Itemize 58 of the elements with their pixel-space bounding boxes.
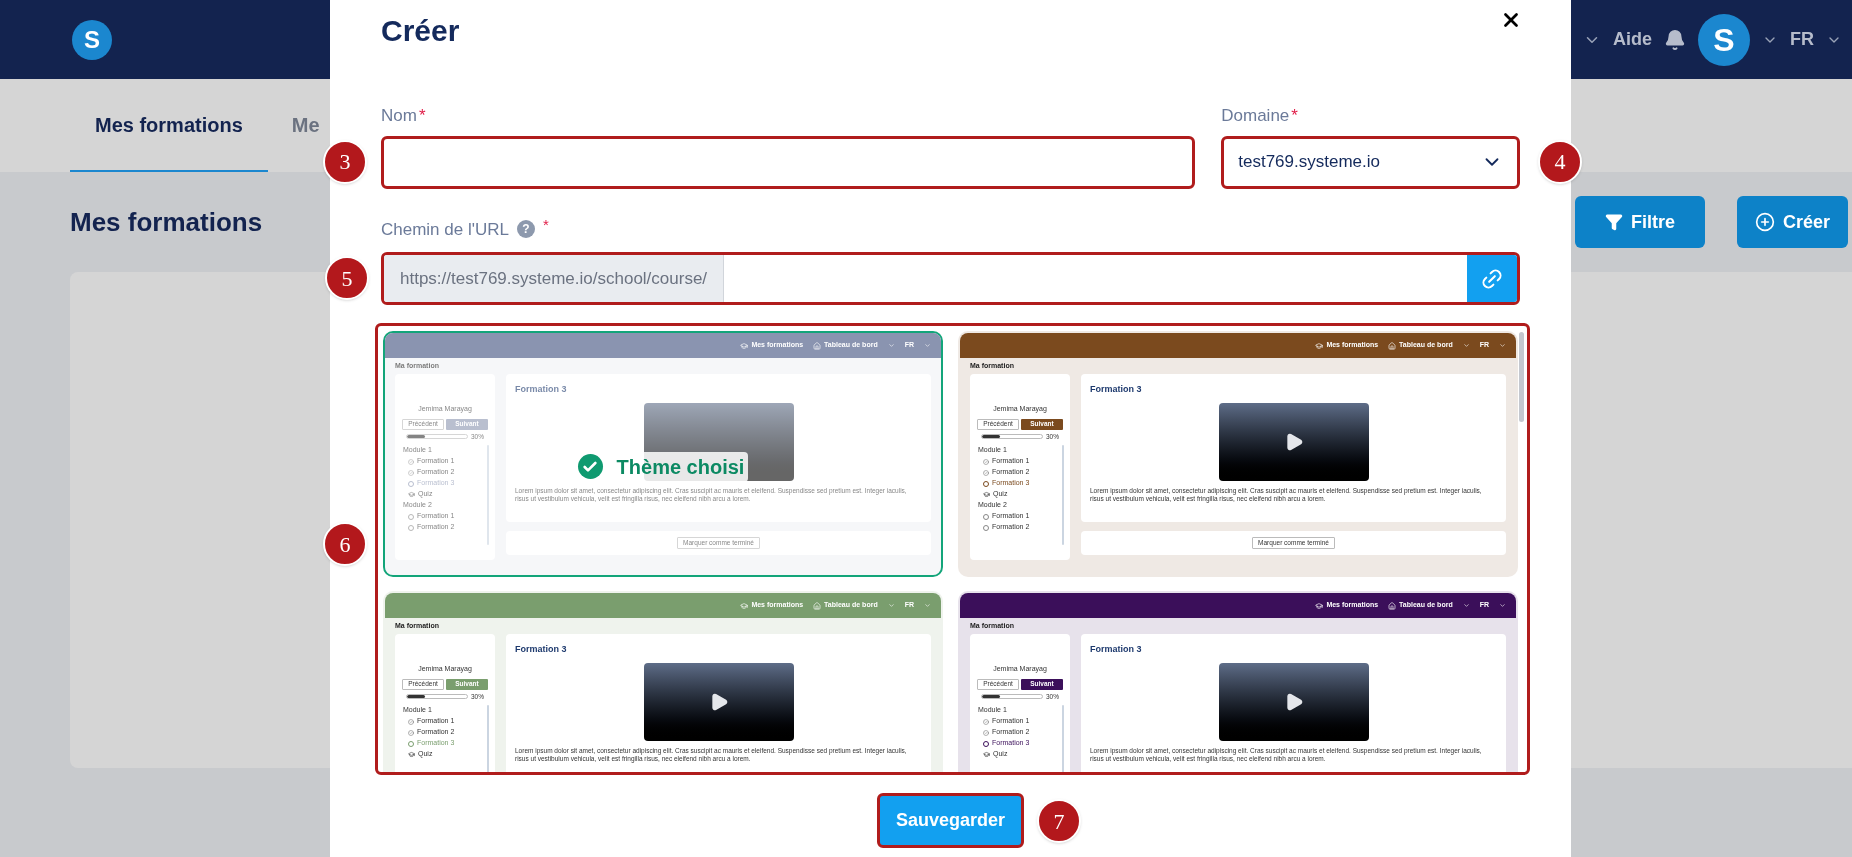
scrollbar-thumb[interactable]: [1519, 332, 1524, 422]
step-number-badge: 4: [1538, 139, 1582, 184]
field-label: Chemin de l'URL: [381, 218, 509, 241]
step-number-badge: 5: [325, 256, 369, 300]
video-player[interactable]: [643, 662, 794, 741]
step-number-badge: 6: [323, 522, 367, 566]
name-input-field[interactable]: [381, 135, 1196, 189]
course-title: Formation 3: [1090, 643, 1143, 656]
theme-preview-card[interactable]: [958, 591, 1518, 772]
language-selector[interactable]: FR: [1790, 26, 1814, 53]
home-icon: [813, 341, 822, 350]
chevron-down-icon: [924, 342, 931, 349]
scrollbar-track[interactable]: [1062, 445, 1064, 545]
theme-preview-card[interactable]: [383, 591, 943, 772]
chevron-down-icon: [1462, 342, 1470, 349]
plus-circle-icon: [1754, 212, 1775, 232]
graduation-cap-icon: [740, 601, 749, 610]
url-prefix: https://test769.systeme.io/school/course/: [384, 255, 725, 302]
field-label: Domaine*: [1221, 105, 1299, 127]
home-icon: [813, 601, 822, 610]
field-label: Nom*: [381, 105, 427, 127]
chevron-down-icon: [1499, 342, 1506, 349]
chevron-down-icon: [887, 602, 895, 609]
tab[interactable]: Mes formations: [70, 79, 268, 172]
link-button[interactable]: [1467, 255, 1517, 302]
video-player[interactable]: [1218, 662, 1369, 741]
dialog-title: Créer: [381, 12, 460, 49]
logo[interactable]: S: [72, 19, 112, 60]
course-title: Formation 3: [515, 383, 568, 396]
theme-preview-card[interactable]: [958, 331, 1518, 577]
bell-icon[interactable]: [1664, 28, 1686, 51]
graduation-cap-icon: [408, 751, 415, 758]
help-link[interactable]: Aide: [1613, 26, 1652, 53]
graduation-cap-icon: [740, 341, 749, 350]
graduation-cap-icon: [983, 491, 990, 498]
video-player[interactable]: [1218, 402, 1369, 481]
graduation-cap-icon: [1315, 341, 1324, 350]
avatar[interactable]: S: [1698, 13, 1750, 66]
course-title: Formation 3: [1090, 383, 1143, 396]
graduation-cap-icon: [1315, 601, 1324, 610]
home-icon: [1388, 341, 1397, 350]
chevron-down-icon: [887, 342, 895, 349]
step-number-badge: 7: [1037, 799, 1082, 843]
page-title: Mes formations: [70, 205, 263, 239]
chevron-down-icon: [1499, 602, 1506, 609]
filter-button[interactable]: Filtre: [1574, 196, 1705, 248]
home-icon: [1388, 601, 1397, 610]
required-mark: *: [542, 215, 549, 235]
filter-icon: [1604, 213, 1623, 231]
create-button[interactable]: Créer: [1736, 196, 1848, 248]
url-path-field[interactable]: https://test769.systeme.io/school/course/: [381, 252, 1520, 305]
course-title: Formation 3: [515, 643, 568, 656]
chevron-down-icon: [1462, 602, 1470, 609]
step-number-badge: 3: [323, 139, 367, 184]
chevron-down-icon: [924, 602, 931, 609]
domain-select[interactable]: test769.systeme.io: [1221, 135, 1520, 189]
graduation-cap-icon: [408, 491, 415, 498]
graduation-cap-icon: [983, 751, 990, 758]
